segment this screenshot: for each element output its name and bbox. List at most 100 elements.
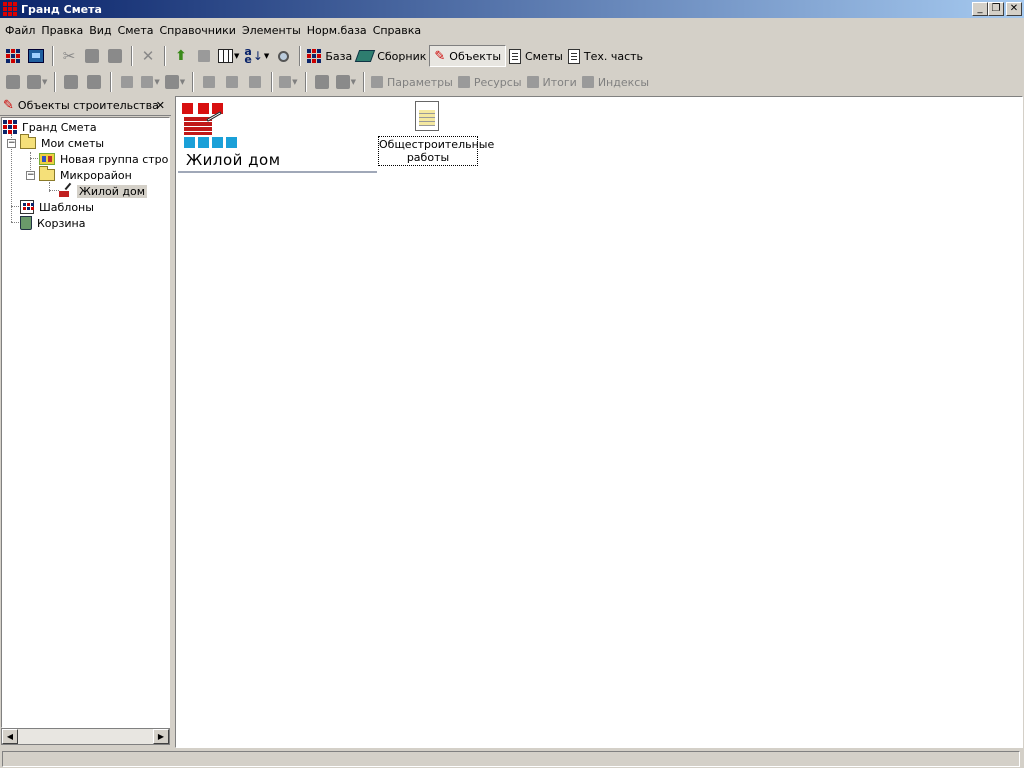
collapse-toggle[interactable]: −: [7, 139, 16, 148]
base-button[interactable]: База: [305, 45, 354, 67]
menu-bar: Файл Правка Вид Смета Справочники Элемен…: [0, 20, 1024, 40]
align-button[interactable]: ▼: [277, 71, 299, 93]
menu-help[interactable]: Справка: [370, 24, 424, 37]
tech-part-button[interactable]: Тех. часть: [566, 45, 645, 67]
work-item[interactable]: Общестроительные работы: [378, 101, 495, 166]
tree-node-grand-smeta[interactable]: Гранд Смета: [3, 119, 99, 135]
cut-button[interactable]: ✂: [58, 45, 80, 67]
table-button[interactable]: [311, 71, 333, 93]
tree-node-label: Новая группа строек: [60, 152, 170, 166]
tree-node-my-estimates[interactable]: Мои сметы: [20, 134, 106, 151]
tree-node-templates[interactable]: Шаблоны: [20, 199, 96, 215]
tree-node-microdistrict[interactable]: Микрорайон: [39, 166, 134, 183]
toolbar-separator: [192, 72, 195, 92]
brick-shape: [198, 103, 209, 114]
menu-references[interactable]: Справочники: [156, 24, 238, 37]
main-toolbar: ✂ ✕ ⬆ ▼ a e ↓ ▼ База Сборник ✎ Объекты Смет…: [0, 43, 1024, 69]
move-down-button[interactable]: [221, 71, 243, 93]
toolbar-separator: [110, 72, 113, 92]
view-mode-button[interactable]: ▼: [216, 45, 241, 67]
parameters-button[interactable]: Параметры: [369, 71, 455, 93]
menu-estimate[interactable]: Смета: [115, 24, 157, 37]
estimates-label: Сметы: [525, 49, 563, 63]
indexes-label: Индексы: [597, 75, 649, 89]
tree-node-label: Шаблоны: [39, 200, 94, 214]
construction-object-large-icon: [182, 103, 242, 149]
document-icon: [509, 48, 521, 64]
toolbar-separator: [299, 46, 302, 66]
block-shape: [184, 137, 195, 148]
align-icon: [279, 76, 292, 88]
block-shape: [212, 137, 223, 148]
menu-view[interactable]: Вид: [86, 24, 114, 37]
tree-horizontal-scrollbar[interactable]: ◀ ▶: [1, 728, 170, 745]
open-document-icon: [87, 75, 102, 89]
tree-node-label: Жилой дом: [77, 184, 148, 198]
level-up-button[interactable]: ⬆: [170, 45, 192, 67]
open-document-button[interactable]: [83, 71, 105, 93]
tree-node-new-group[interactable]: Новая группа строек: [39, 151, 170, 167]
search-button[interactable]: [272, 45, 294, 67]
close-button[interactable]: ✕: [1006, 2, 1022, 16]
block-shape: [226, 137, 237, 148]
tree-node-recycle-bin[interactable]: Корзина: [20, 215, 87, 231]
calculator-button[interactable]: [25, 45, 47, 67]
edit-button[interactable]: [244, 71, 266, 93]
collection-button[interactable]: Сборник: [355, 45, 428, 67]
scroll-right-button[interactable]: ▶: [153, 729, 169, 744]
move-up-button[interactable]: [198, 71, 220, 93]
panel-close-icon[interactable]: ✕: [156, 99, 165, 112]
toolbar-separator: [131, 46, 133, 66]
sort-icon: ae: [244, 45, 252, 66]
sort-button[interactable]: a e ↓ ▼: [242, 45, 271, 67]
parameters-icon: [370, 76, 383, 88]
construction-group-icon: [39, 153, 55, 165]
edit-icon: [249, 76, 262, 88]
window-controls: _ ❐ ✕: [972, 2, 1022, 16]
secondary-toolbar: ▼ ▼ ▼ ▼ ▼ Параметры Ресурсы Итоги Индекс…: [0, 69, 1024, 95]
panel-header: ✎ Объекты строительства ✕: [0, 96, 171, 116]
grand-smeta-button[interactable]: [2, 45, 24, 67]
totals-button[interactable]: Итоги: [525, 71, 579, 93]
objects-view: Жилой дом Общестроительные работы: [175, 96, 1023, 748]
move-down-icon: [226, 76, 239, 88]
status-bar: [0, 750, 1024, 768]
properties-button[interactable]: [193, 45, 215, 67]
eraser-button[interactable]: ▼: [163, 71, 187, 93]
dropdown-arrow-icon: ▼: [350, 78, 356, 86]
collapse-toggle[interactable]: −: [26, 171, 35, 180]
work-item-label: Общестроительные работы: [378, 136, 495, 166]
restore-button[interactable]: ❐: [988, 2, 1004, 16]
resources-button[interactable]: Ресурсы: [456, 71, 524, 93]
print-button[interactable]: [2, 71, 24, 93]
estimates-button[interactable]: Сметы: [507, 45, 565, 67]
delete-button[interactable]: ✕: [137, 45, 159, 67]
search-icon: [277, 50, 289, 62]
tools-button[interactable]: ▼: [139, 71, 161, 93]
tech-part-label: Тех. часть: [583, 49, 644, 63]
printer-icon: [6, 75, 20, 89]
delete-icon: ✕: [141, 47, 155, 65]
export-button[interactable]: ▼: [25, 71, 49, 93]
dropdown-arrow-icon: ▼: [263, 52, 270, 60]
objects-button[interactable]: ✎ Объекты: [429, 45, 506, 67]
tree-node-label: Гранд Смета: [22, 120, 97, 134]
title-bar[interactable]: Гранд Смета _ ❐ ✕: [0, 0, 1024, 18]
estimate-document-icon: [415, 101, 439, 131]
tree-node-residential-house[interactable]: Жилой дом: [58, 183, 148, 199]
minimize-button[interactable]: _: [972, 2, 988, 16]
scroll-left-button[interactable]: ◀: [2, 729, 18, 744]
menu-edit[interactable]: Правка: [38, 24, 86, 37]
new-document-button[interactable]: [60, 71, 82, 93]
menu-norm-base[interactable]: Норм.база: [304, 24, 370, 37]
paste-button[interactable]: [104, 45, 126, 67]
menu-elements[interactable]: Элементы: [239, 24, 304, 37]
calc-table-button[interactable]: ▼: [334, 71, 358, 93]
folder-icon: [39, 166, 55, 181]
menu-file[interactable]: Файл: [2, 24, 38, 37]
insert-button[interactable]: [116, 71, 138, 93]
copy-button[interactable]: [81, 45, 103, 67]
dropdown-arrow-icon: ▼: [179, 78, 186, 86]
indexes-button[interactable]: Индексы: [580, 71, 651, 93]
resources-label: Ресурсы: [473, 75, 522, 89]
